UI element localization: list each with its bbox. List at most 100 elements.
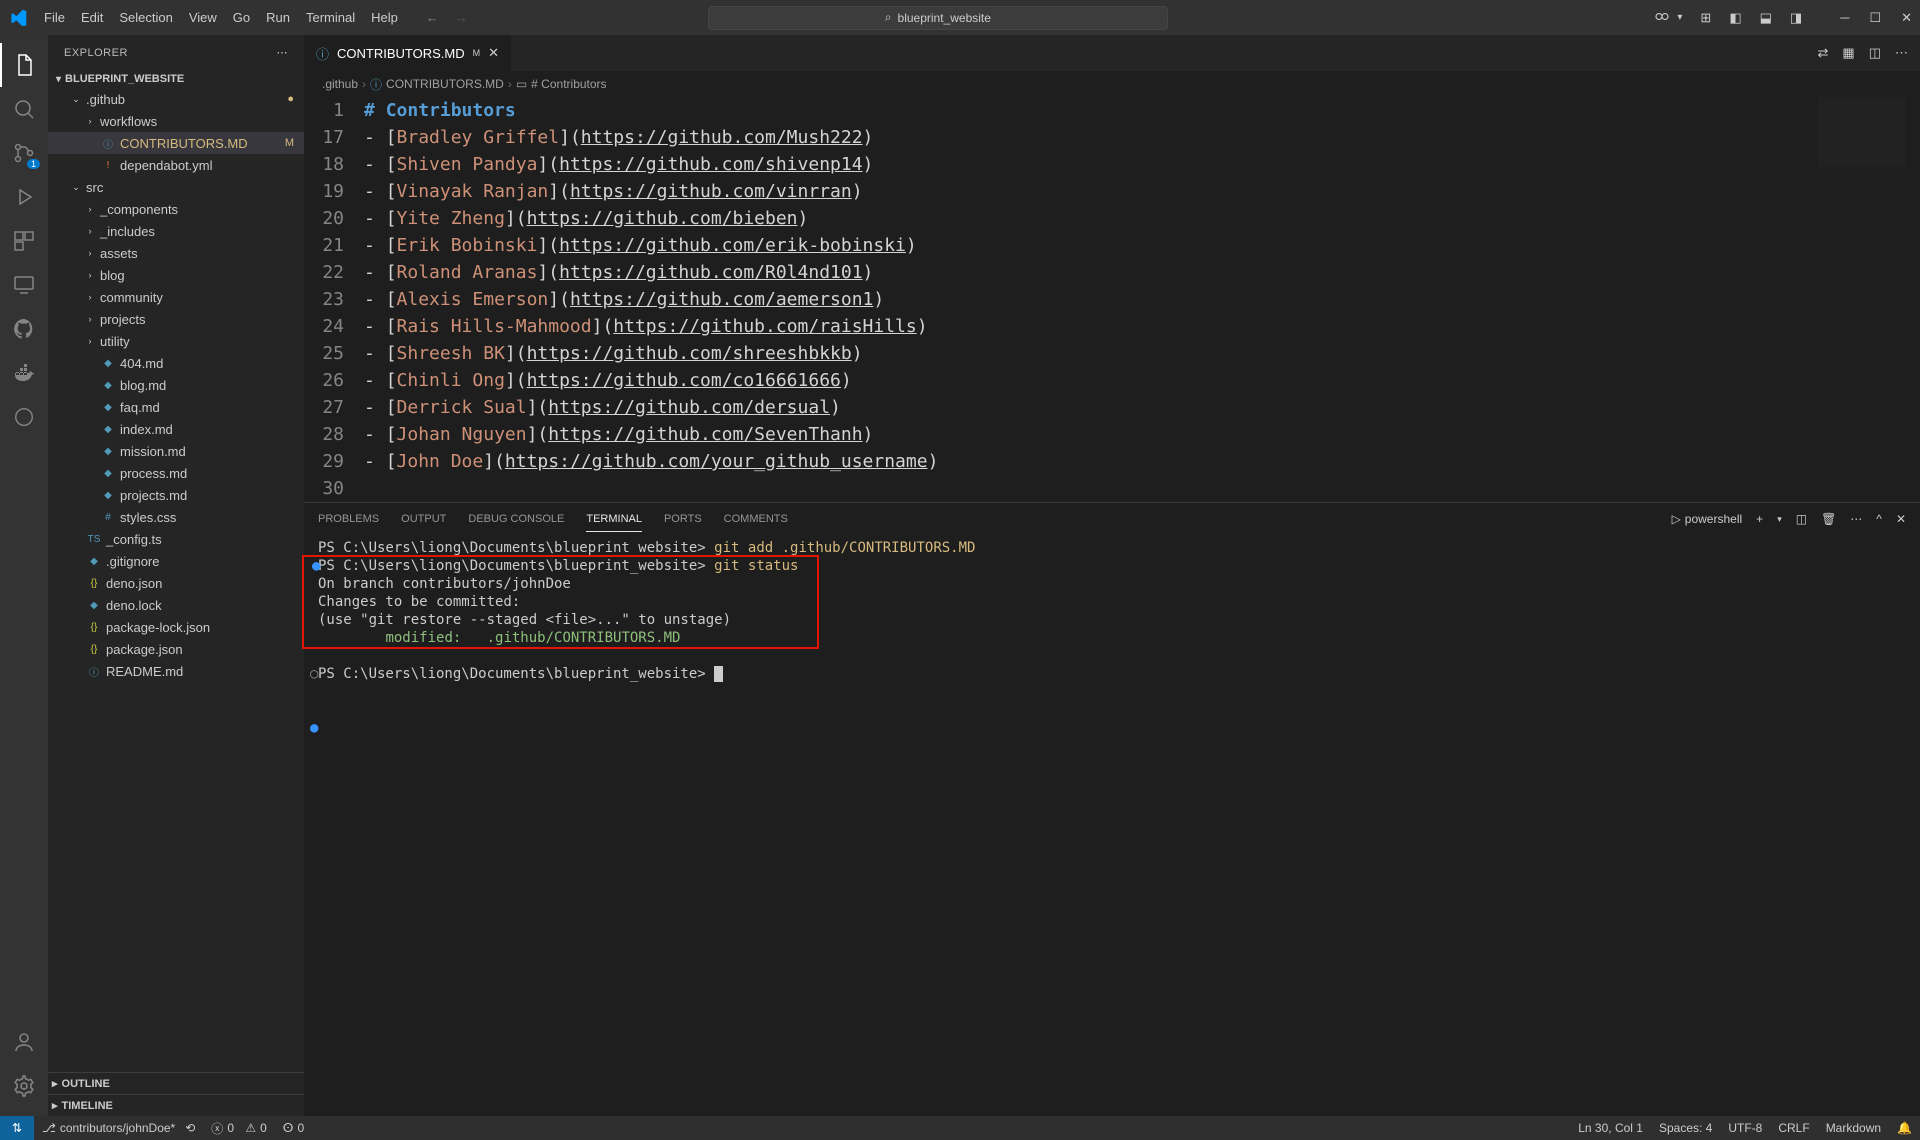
file-projects-md[interactable]: ◆projects.md — [48, 484, 304, 506]
remote-indicator[interactable]: ⇅ — [0, 1116, 34, 1140]
close-tab-icon[interactable]: ✕ — [488, 45, 499, 61]
file-contributors-md[interactable]: ⓘCONTRIBUTORS.MDM — [48, 132, 304, 154]
panel-tab-output[interactable]: OUTPUT — [401, 507, 446, 531]
file-readme-md[interactable]: ⓘREADME.md — [48, 660, 304, 682]
menu-edit[interactable]: Edit — [73, 10, 111, 25]
panel-tab-terminal[interactable]: TERMINAL — [586, 507, 642, 532]
folder-workflows[interactable]: ›workflows — [48, 110, 304, 132]
terminal-profile[interactable]: ▷ powershell — [1672, 512, 1743, 526]
panel-right-icon[interactable]: ◨ — [1790, 10, 1802, 26]
timeline-section[interactable]: ▸TIMELINE — [48, 1094, 304, 1116]
file-styles-css[interactable]: #styles.css — [48, 506, 304, 528]
run-debug-icon[interactable] — [0, 175, 48, 219]
preview-icon[interactable]: ▦ — [1842, 45, 1854, 61]
folder--includes[interactable]: ›_includes — [48, 220, 304, 242]
file--gitignore[interactable]: ◆.gitignore — [48, 550, 304, 572]
menu-view[interactable]: View — [181, 10, 225, 25]
folder--github[interactable]: ⌄.github● — [48, 88, 304, 110]
port-status[interactable]: ⵙ0 — [275, 1121, 312, 1135]
panel-tab-ports[interactable]: PORTS — [664, 507, 702, 531]
menu-go[interactable]: Go — [225, 10, 258, 25]
close-panel-icon[interactable]: ✕ — [1896, 512, 1906, 526]
breadcrumb-part[interactable]: # Contributors — [531, 77, 606, 91]
minimize-icon[interactable]: ─ — [1840, 10, 1849, 26]
outline-section[interactable]: ▸OUTLINE — [48, 1072, 304, 1094]
file-deno-lock[interactable]: ◆deno.lock — [48, 594, 304, 616]
layout-customize-icon[interactable]: ⊞ — [1700, 10, 1711, 26]
nav-back-icon[interactable]: ← — [426, 10, 439, 25]
minimap[interactable] — [1818, 97, 1906, 167]
eol[interactable]: CRLF — [1770, 1121, 1817, 1135]
file-mission-md[interactable]: ◆mission.md — [48, 440, 304, 462]
extensions-icon[interactable] — [0, 219, 48, 263]
folder-assets[interactable]: ›assets — [48, 242, 304, 264]
file-package-json[interactable]: {}package.json — [48, 638, 304, 660]
explorer-more-icon[interactable]: ⋯ — [277, 46, 289, 59]
problems-status[interactable]: ⓧ0 ⚠0 — [203, 1120, 275, 1137]
maximize-icon[interactable]: ☐ — [1869, 10, 1881, 26]
more-actions-icon[interactable]: ⋯ — [1895, 45, 1908, 61]
split-terminal-icon[interactable]: ◫ — [1796, 512, 1807, 526]
panel-tab-comments[interactable]: COMMENTS — [724, 507, 788, 531]
compare-icon[interactable]: ⇄ — [1818, 45, 1829, 61]
project-section[interactable]: ▾ BLUEPRINT_WEBSITE — [48, 70, 304, 88]
folder-src[interactable]: ⌄src — [48, 176, 304, 198]
terminal[interactable]: PS C:\Users\liong\Documents\blueprint_we… — [304, 535, 1920, 1116]
chevron-up-icon[interactable]: ^ — [1876, 512, 1882, 526]
branch-status[interactable]: ⎇contributors/johnDoe*⟲ — [34, 1121, 203, 1135]
breadcrumb[interactable]: .github › ⓘ CONTRIBUTORS.MD › ▭ # Contri… — [304, 71, 1920, 97]
file-package-lock-json[interactable]: {}package-lock.json — [48, 616, 304, 638]
folder--components[interactable]: ›_components — [48, 198, 304, 220]
source-control-icon[interactable]: 1 — [0, 131, 48, 175]
github-icon[interactable] — [0, 307, 48, 351]
panel-tab-debug-console[interactable]: DEBUG CONSOLE — [468, 507, 564, 531]
file-404-md[interactable]: ◆404.md — [48, 352, 304, 374]
panel-tab-problems[interactable]: PROBLEMS — [318, 507, 379, 531]
remote-explorer-icon[interactable] — [0, 263, 48, 307]
menu-help[interactable]: Help — [363, 10, 406, 25]
settings-gear-icon[interactable] — [0, 1064, 48, 1108]
explorer-icon[interactable] — [0, 43, 48, 87]
menu-run[interactable]: Run — [258, 10, 298, 25]
file-faq-md[interactable]: ◆faq.md — [48, 396, 304, 418]
more-icon[interactable]: ⋯ — [1850, 512, 1862, 526]
file-index-md[interactable]: ◆index.md — [48, 418, 304, 440]
panel-left-icon[interactable]: ◧ — [1729, 10, 1741, 26]
copilot-icon[interactable] — [1653, 9, 1671, 27]
close-window-icon[interactable]: ✕ — [1901, 10, 1912, 26]
code-editor[interactable]: 11718192021222324252627282930 # Contribu… — [304, 97, 1920, 502]
split-editor-icon[interactable]: ◫ — [1869, 45, 1881, 61]
menu-selection[interactable]: Selection — [111, 10, 180, 25]
chevron-down-icon[interactable]: ▾ — [1677, 12, 1682, 23]
search-activity-icon[interactable] — [0, 87, 48, 131]
menu-file[interactable]: File — [36, 10, 73, 25]
notifications-icon[interactable]: 🔔 — [1889, 1121, 1920, 1135]
breadcrumb-part[interactable]: CONTRIBUTORS.MD — [386, 77, 504, 91]
indentation[interactable]: Spaces: 4 — [1651, 1121, 1720, 1135]
encoding[interactable]: UTF-8 — [1720, 1121, 1770, 1135]
folder-blog[interactable]: ›blog — [48, 264, 304, 286]
folder-utility[interactable]: ›utility — [48, 330, 304, 352]
menu-terminal[interactable]: Terminal — [298, 10, 363, 25]
docker-icon[interactable] — [0, 351, 48, 395]
folder-community[interactable]: ›community — [48, 286, 304, 308]
command-center-search[interactable]: ⌕ blueprint_website — [708, 6, 1168, 30]
new-terminal-icon[interactable]: + — [1756, 512, 1763, 526]
cursor-position[interactable]: Ln 30, Col 1 — [1570, 1121, 1651, 1135]
chevron-down-icon[interactable]: ▾ — [1777, 514, 1782, 525]
modified-indicator: M — [473, 48, 481, 58]
breadcrumb-part[interactable]: .github — [322, 77, 358, 91]
file-blog-md[interactable]: ◆blog.md — [48, 374, 304, 396]
language-mode[interactable]: Markdown — [1818, 1121, 1889, 1135]
account-icon[interactable] — [0, 1020, 48, 1064]
nav-forward-icon[interactable]: → — [455, 10, 468, 25]
file-deno-json[interactable]: {}deno.json — [48, 572, 304, 594]
deno-icon[interactable] — [0, 395, 48, 439]
folder-projects[interactable]: ›projects — [48, 308, 304, 330]
file-dependabot-yml[interactable]: !dependabot.yml — [48, 154, 304, 176]
trash-icon[interactable]: 🗑 — [1821, 512, 1836, 526]
file-process-md[interactable]: ◆process.md — [48, 462, 304, 484]
tab-contributors[interactable]: ⓘ CONTRIBUTORS.MD M ✕ — [304, 35, 512, 71]
file--config-ts[interactable]: TS_config.ts — [48, 528, 304, 550]
panel-bottom-icon[interactable]: ⬓ — [1760, 10, 1772, 26]
